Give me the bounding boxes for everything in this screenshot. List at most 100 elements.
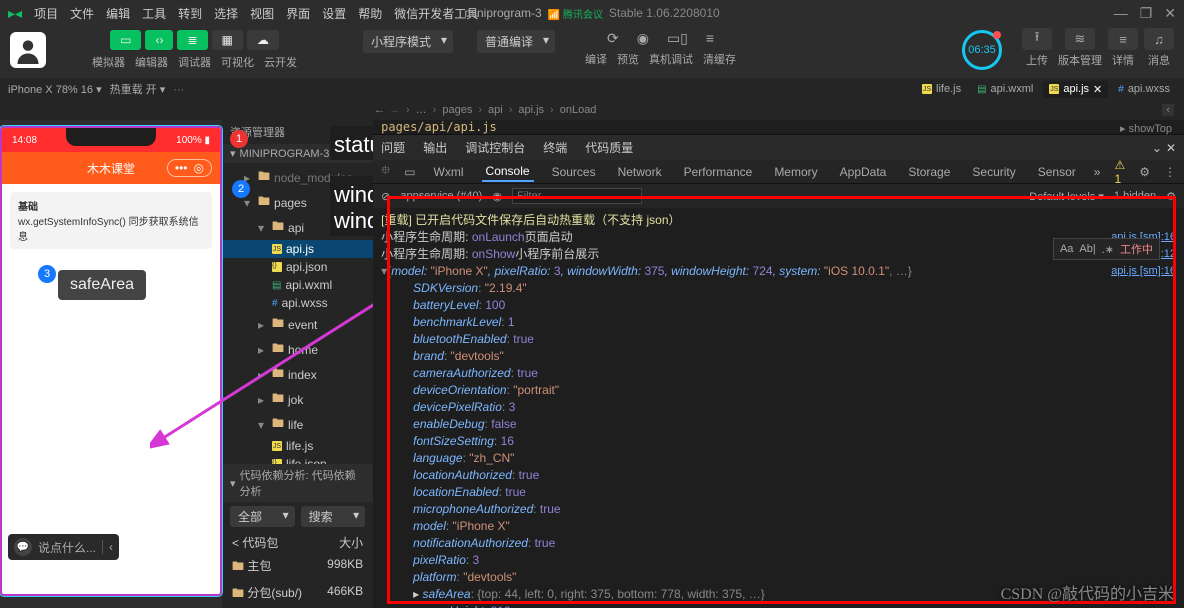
panel-tab[interactable]: 终端 <box>543 139 567 156</box>
menu-item[interactable]: 编辑 <box>106 5 130 22</box>
close-icon[interactable]: ✕ <box>1093 83 1102 96</box>
context-select[interactable]: appservice (#40) <box>400 190 482 202</box>
filter-search[interactable]: 搜索 <box>301 506 366 527</box>
crumb-back[interactable]: ← <box>374 104 385 116</box>
crumb-item[interactable]: pages <box>442 104 472 116</box>
find-re[interactable]: .∗ <box>1102 243 1114 256</box>
dt-tab-appdata[interactable]: AppData <box>836 163 891 181</box>
console-output[interactable]: [重载] 已开启代码文件保存后自动热重载（不支持 json）小程序生命周期: o… <box>373 208 1184 608</box>
dt-more-icon[interactable]: ⋮ <box>1164 165 1176 179</box>
menu-item[interactable]: 文件 <box>70 5 94 22</box>
menu-item[interactable]: 视图 <box>250 5 274 22</box>
levels-select[interactable]: Default levels ▾ <box>1029 190 1104 203</box>
clear-cache-icon[interactable]: ≡ <box>706 30 714 47</box>
tree-item[interactable]: {} api.json <box>222 258 373 276</box>
settings-icon[interactable]: ⚙ <box>1166 190 1176 203</box>
user-avatar[interactable] <box>10 32 46 68</box>
file-tab[interactable]: JSapi.js ✕ <box>1043 81 1108 98</box>
menu-item[interactable]: 工具 <box>142 5 166 22</box>
simulator-toggle[interactable]: ▭ <box>110 30 141 50</box>
pack-row[interactable]: 🖿 主包998KB <box>222 554 373 581</box>
dt-tab-sensor[interactable]: Sensor <box>1034 163 1080 181</box>
dt-tab-sources[interactable]: Sources <box>548 163 600 181</box>
rt-btn[interactable]: ♫ <box>1144 28 1174 50</box>
file-tab[interactable]: ▤api.wxml <box>971 81 1039 98</box>
panel-tab[interactable]: 代码质量 <box>585 139 633 156</box>
dt-tab-storage[interactable]: Storage <box>904 163 954 181</box>
tree-item[interactable]: JS life.js <box>222 437 373 455</box>
dt-settings-icon[interactable]: ⚙ <box>1139 165 1150 179</box>
crumb-item[interactable]: onLoad <box>560 104 597 116</box>
menu-item[interactable]: 界面 <box>286 5 310 22</box>
console-prop: microphoneAuthorized: true <box>381 501 1176 518</box>
chat-bar[interactable]: 💬 说点什么... ‹ <box>8 534 119 560</box>
win-minimize[interactable]: — <box>1114 5 1128 22</box>
rt-btn[interactable]: ≡ <box>1108 28 1138 50</box>
chat-collapse[interactable]: ‹ <box>102 540 113 554</box>
dt-tab-wxml[interactable]: Wxml <box>430 163 468 181</box>
min-icon[interactable]: ⌄ <box>1152 141 1162 155</box>
dep-section[interactable]: ▾ 代码依赖分析: 代码依赖分析 <box>222 464 373 502</box>
find-bar[interactable]: Aa Ab| .∗ 工作中 <box>1053 238 1160 260</box>
rt-btn[interactable]: ⭱ <box>1022 28 1052 50</box>
device-icon[interactable]: ▭ <box>404 165 415 179</box>
tree-item[interactable]: {} life.json <box>222 455 373 464</box>
file-tab[interactable]: #api.wxss <box>1112 81 1176 98</box>
dt-tab-security[interactable]: Security <box>968 163 1019 181</box>
win-close[interactable]: ✕ <box>1164 5 1176 22</box>
crumb-right-arrow[interactable]: ‹ <box>1162 104 1174 116</box>
find-ab[interactable]: Ab| <box>1079 243 1095 255</box>
crumb-item[interactable]: api <box>488 104 503 116</box>
crumb-item[interactable]: api.js <box>518 104 544 116</box>
cloud-toggle[interactable]: ☁ <box>247 30 279 50</box>
filter-input[interactable] <box>512 188 642 204</box>
close-icon[interactable]: ✕ <box>1166 141 1176 155</box>
menu-item[interactable]: 项目 <box>34 5 58 22</box>
tree-item[interactable]: ▸🖿 home <box>222 337 373 362</box>
mode-select[interactable]: 小程序模式 <box>363 30 453 53</box>
dt-tab-performance[interactable]: Performance <box>680 163 757 181</box>
preview-icon[interactable]: ◉ <box>637 30 649 47</box>
tree-item[interactable]: JS api.js <box>222 240 373 258</box>
tree-item[interactable]: ▸🖿 jok <box>222 387 373 412</box>
tb-mid-label: 编译 <box>585 51 607 67</box>
tree-item[interactable]: ▤ api.wxml <box>222 276 373 294</box>
tree-item[interactable]: ▾🖿 life <box>222 412 373 437</box>
dt-tab-memory[interactable]: Memory <box>770 163 821 181</box>
panel-tab[interactable]: 问题 <box>381 139 405 156</box>
dt-tab-network[interactable]: Network <box>614 163 666 181</box>
eye-icon[interactable]: ◉ <box>492 190 502 203</box>
rt-btn[interactable]: ≋ <box>1065 28 1095 50</box>
tree-item[interactable]: ▸🖿 index <box>222 362 373 387</box>
file-tab[interactable]: JSlife.js <box>916 81 967 98</box>
compile-select[interactable]: 普通编译 <box>477 30 555 53</box>
menu-item[interactable]: 转到 <box>178 5 202 22</box>
debugger-toggle[interactable]: ≣ <box>177 30 207 50</box>
menu-item[interactable]: 设置 <box>322 5 346 22</box>
capsule[interactable]: •••◎ <box>167 159 212 177</box>
panel-tab[interactable]: 调试控制台 <box>465 139 525 156</box>
phone-card[interactable]: 基础 wx.getSystemInfoSync() 同步获取系统信息 <box>10 192 212 249</box>
device-select[interactable]: iPhone X 78% 16 ▾ <box>8 83 102 96</box>
remote-debug-icon[interactable]: ▭▯ <box>667 30 688 47</box>
filter-all[interactable]: 全部 <box>230 506 295 527</box>
find-aa[interactable]: Aa <box>1060 243 1073 255</box>
panel-tab[interactable]: 输出 <box>423 139 447 156</box>
source-link[interactable]: api.js [sm]:16 <box>1105 263 1176 280</box>
crumb-item[interactable]: … <box>416 104 427 116</box>
win-maximize[interactable]: ❐ <box>1140 5 1153 22</box>
tree-item[interactable]: ▸🖿 event <box>222 312 373 337</box>
tree-item[interactable]: # api.wxss <box>222 294 373 312</box>
more-tabs[interactable]: » <box>1094 165 1101 179</box>
hot-reload-select[interactable]: 热重载 开 ▾ <box>110 81 166 97</box>
compile-icon[interactable]: ⟳ <box>607 30 619 47</box>
visual-toggle[interactable]: ▦ <box>212 30 243 50</box>
menu-item[interactable]: 帮助 <box>358 5 382 22</box>
crumb-fwd[interactable]: → <box>389 104 400 116</box>
menu-item[interactable]: 选择 <box>214 5 238 22</box>
dt-tab-console[interactable]: Console <box>482 162 534 182</box>
editor-toggle[interactable]: ‹› <box>145 30 173 50</box>
pack-row[interactable]: 🖿 分包(sub/)466KB <box>222 581 373 608</box>
clear-icon[interactable]: ⊘ <box>381 190 390 203</box>
inspect-icon[interactable]: ⯐ <box>381 161 390 182</box>
